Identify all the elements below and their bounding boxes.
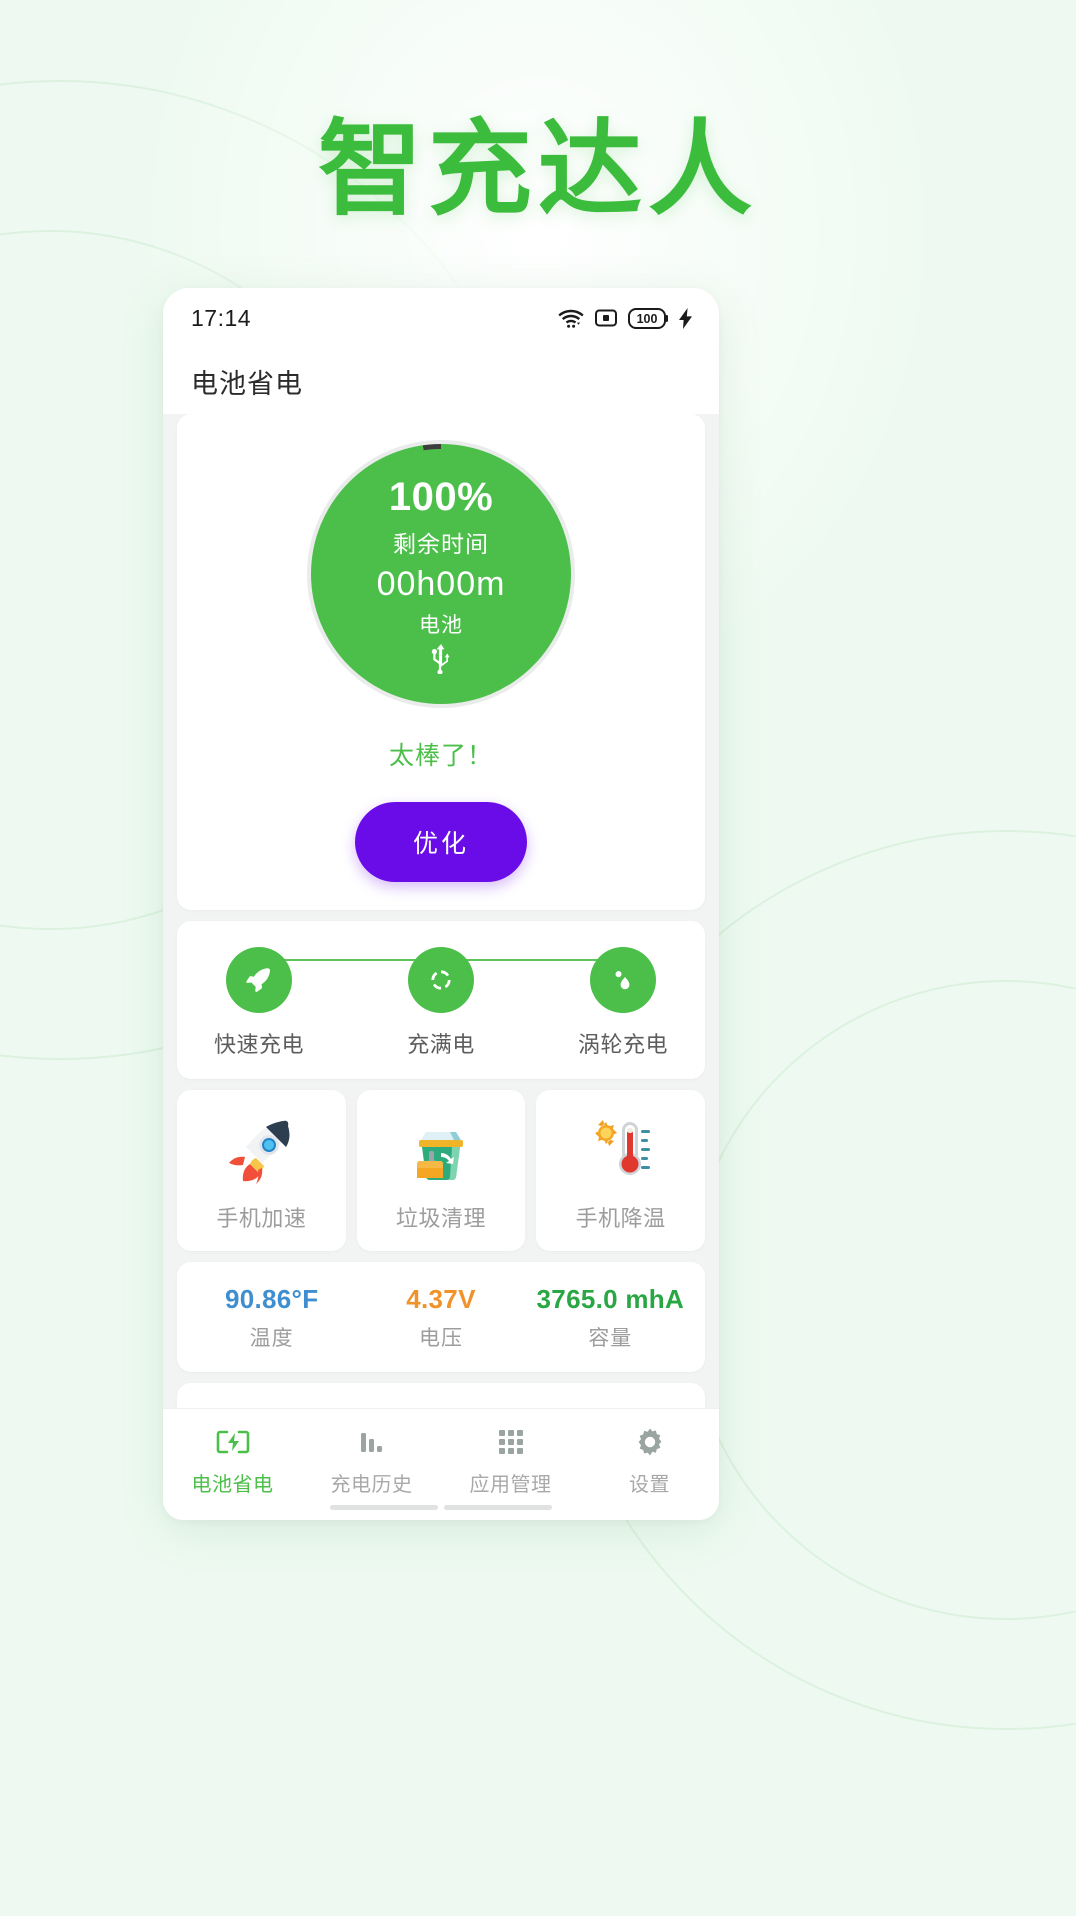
stat-capacity: 3765.0 mhA 容量 <box>526 1284 695 1352</box>
usb-icon <box>431 643 450 674</box>
nav-icon-wrap <box>635 1425 665 1459</box>
home-indicator-bar <box>330 1505 438 1510</box>
tool-phone-cooler[interactable]: 手机降温 <box>536 1090 706 1251</box>
nav-icon-wrap <box>357 1425 387 1459</box>
status-bar: 17:14 100 <box>163 288 719 348</box>
bottom-navigation: 电池省电 充电历史 应用管理 设置 <box>163 1408 719 1520</box>
nav-item-battery-saver[interactable]: 电池省电 <box>163 1425 302 1497</box>
home-indicator <box>163 1505 719 1510</box>
nav-icon-wrap <box>497 1425 525 1459</box>
stat-value: 3765.0 mhA <box>536 1284 685 1314</box>
rocket-icon <box>246 968 271 992</box>
step-circle <box>590 947 656 1013</box>
home-indicator-bar <box>444 1505 552 1510</box>
stat-voltage: 4.37V 电压 <box>356 1284 525 1352</box>
gear-icon <box>638 1428 661 1456</box>
water-drop-icon <box>615 971 630 990</box>
rocket-color-icon <box>229 1120 290 1184</box>
battery-remaining-time: 00h00m <box>376 564 506 603</box>
step-circle <box>226 947 292 1013</box>
optimize-button[interactable]: 优化 <box>355 802 527 882</box>
stat-label: 电压 <box>418 1327 463 1350</box>
tools-row: 手机加速 垃圾清理 手机降温 <box>177 1090 706 1251</box>
app-title: 智充达人 <box>317 108 758 230</box>
bottom-nav-wrap: 电池省电 充电历史 应用管理 设置 <box>163 1408 719 1520</box>
tool-icon-wrap <box>402 1114 480 1192</box>
battery-remaining-label: 剩余时间 <box>393 530 489 557</box>
step-full-charge[interactable]: 充满电 <box>381 947 501 1059</box>
nav-icon-wrap <box>216 1425 250 1459</box>
tool-label: 手机降温 <box>575 1206 666 1231</box>
nav-label: 应用管理 <box>469 1474 552 1496</box>
step-circle <box>408 947 474 1013</box>
tool-icon-wrap <box>582 1114 660 1192</box>
nav-item-charge-history[interactable]: 充电历史 <box>302 1425 441 1497</box>
battery-progress-ring: 100% 剩余时间 00h00m 电池 <box>307 440 575 708</box>
next-card-peek <box>177 1383 705 1408</box>
status-icons: 100 <box>558 307 693 329</box>
refresh-icon <box>431 970 451 990</box>
stat-label: 温度 <box>249 1327 294 1350</box>
bar-chart-icon <box>360 1433 382 1452</box>
stat-value: 4.37V <box>406 1284 476 1314</box>
step-fast-charge[interactable]: 快速充电 <box>199 947 319 1059</box>
tool-phone-boost[interactable]: 手机加速 <box>177 1090 346 1251</box>
nav-label: 设置 <box>629 1474 670 1496</box>
tool-label: 垃圾清理 <box>396 1206 487 1231</box>
stat-label: 容量 <box>588 1327 633 1350</box>
nav-label: 电池省电 <box>191 1474 274 1496</box>
status-time: 17:14 <box>191 304 252 331</box>
nav-item-app-manager[interactable]: 应用管理 <box>441 1425 580 1497</box>
trash-recycle-icon <box>417 1132 463 1181</box>
stat-temperature: 90.86°F 温度 <box>187 1284 356 1352</box>
charging-steps-row: 快速充电 充满电 涡轮充电 <box>199 947 683 1059</box>
app-content: 100% 剩余时间 00h00m 电池 太棒了！ 优化 快速充电 充满电 涡轮充… <box>163 414 719 1408</box>
nav-label: 充电历史 <box>330 1474 413 1496</box>
battery-percent: 100% <box>388 474 494 519</box>
step-label: 充满电 <box>407 1032 475 1057</box>
battery-icon: 100 <box>628 307 668 329</box>
svg-text:100: 100 <box>637 312 658 326</box>
step-label: 快速充电 <box>213 1032 304 1057</box>
page-title: 电池省电 <box>191 368 303 399</box>
tool-label: 手机加速 <box>216 1206 307 1231</box>
battery-ring-inner: 100% 剩余时间 00h00m 电池 <box>316 449 566 699</box>
tool-icon-wrap <box>222 1114 300 1192</box>
charging-steps-card: 快速充电 充满电 涡轮充电 <box>177 921 705 1079</box>
app-header: 电池省电 <box>163 348 719 414</box>
nav-item-settings[interactable]: 设置 <box>580 1425 719 1497</box>
battery-stats-card: 90.86°F 温度 4.37V 电压 3765.0 mhA 容量 <box>177 1262 705 1372</box>
grid-apps-icon <box>498 1430 523 1454</box>
battery-source-label: 电池 <box>419 613 463 637</box>
thermometer-sun-icon <box>594 1120 650 1175</box>
battery-status-card: 100% 剩余时间 00h00m 电池 太棒了！ 优化 <box>177 414 705 910</box>
step-label: 涡轮充电 <box>577 1032 668 1057</box>
phone-mockup: 17:14 100 电池省电 100% 剩余时间 00h00m 电池 太棒了！ … <box>163 288 719 1520</box>
battery-charge-icon <box>216 1430 249 1454</box>
wifi-icon <box>558 309 584 328</box>
charging-bolt-icon <box>679 307 692 329</box>
stat-value: 90.86°F <box>224 1284 319 1314</box>
cast-icon <box>595 309 617 327</box>
step-turbo-charge[interactable]: 涡轮充电 <box>563 947 683 1059</box>
tool-junk-clean[interactable]: 垃圾清理 <box>356 1090 526 1251</box>
battery-status-text: 太棒了！ <box>388 742 493 770</box>
